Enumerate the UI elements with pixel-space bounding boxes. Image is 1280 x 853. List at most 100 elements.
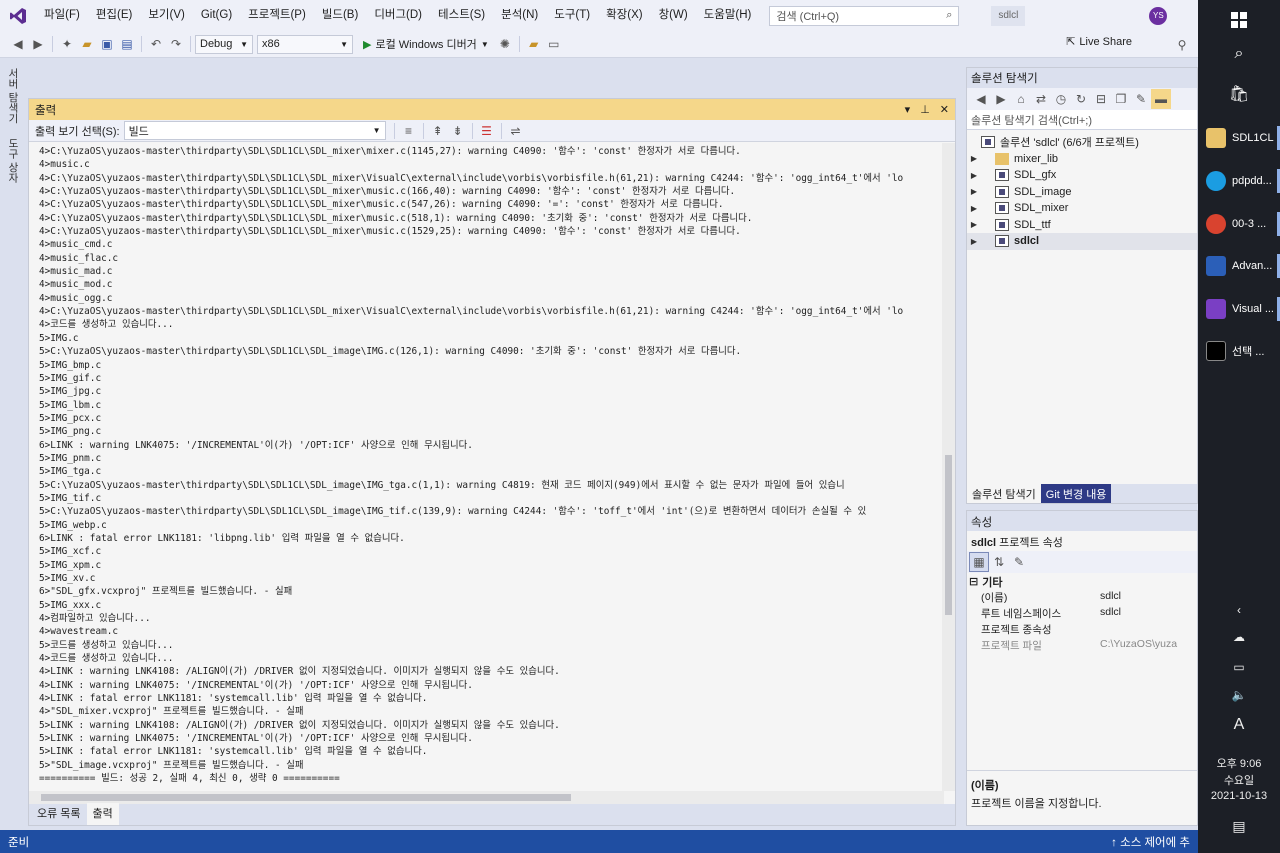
tree-item-sdl-ttf[interactable]: ▶ SDL_ttf (967, 217, 1197, 234)
menu-edit[interactable]: 편집(E) (88, 0, 141, 31)
word-wrap-icon[interactable]: ⇌ (506, 121, 526, 141)
expand-icon[interactable]: ▶ (967, 154, 981, 163)
clock-day[interactable]: 수요일 (1198, 772, 1280, 788)
search-icon[interactable]: ⌕ (1198, 34, 1280, 74)
avatar[interactable]: YS (1149, 6, 1168, 25)
back-icon[interactable]: ◀ (971, 89, 991, 109)
volume-icon[interactable]: 🔈 (1198, 688, 1280, 702)
menu-extensions[interactable]: 확장(X) (598, 0, 651, 31)
previous-message-icon[interactable]: ⇞ (428, 121, 448, 141)
menu-git[interactable]: Git(G) (193, 0, 240, 31)
collapse-icon[interactable]: ⊟ (969, 575, 978, 588)
alphabetical-icon[interactable]: ⇅ (989, 552, 1009, 572)
scrollbar-thumb[interactable] (41, 794, 571, 801)
menu-test[interactable]: 테스트(S) (430, 0, 493, 31)
screenshot-icon[interactable]: ▭ (544, 34, 564, 54)
live-share-button[interactable]: ⇱ Live Share (1066, 35, 1132, 49)
clear-all-icon[interactable]: ☰ (477, 121, 497, 141)
close-icon[interactable]: ✕ (940, 103, 949, 116)
next-message-icon[interactable]: ⇟ (448, 121, 468, 141)
property-pages-icon[interactable]: ✎ (1009, 552, 1029, 572)
save-all-icon[interactable]: ▤ (117, 34, 137, 54)
menu-analyze[interactable]: 분석(N) (493, 0, 546, 31)
redo-icon[interactable]: ↷ (166, 34, 186, 54)
expand-icon[interactable]: ▶ (967, 187, 981, 196)
feedback-icon[interactable]: ⚲ (1172, 35, 1192, 55)
menu-tools[interactable]: 도구(T) (546, 0, 598, 31)
show-all-files-icon[interactable]: ❐ (1111, 89, 1131, 109)
output-text[interactable]: 4>C:\YuzaOS\yuzaos-master\thirdparty\SDL… (29, 143, 944, 791)
tree-item-mixer-lib[interactable]: ▶ mixer_lib (967, 151, 1197, 168)
refresh-icon[interactable]: ↻ (1071, 89, 1091, 109)
forward-icon[interactable]: ▶ (991, 89, 1011, 109)
tree-item-sdl-mixer[interactable]: ▶ SDL_mixer (967, 200, 1197, 217)
save-icon[interactable]: ▣ (97, 34, 117, 54)
toolbox-tab[interactable]: 도구 상자 (6, 138, 21, 183)
notifications-icon[interactable]: ▤ (1198, 818, 1280, 835)
pin-icon[interactable]: ⊥ (920, 103, 930, 116)
store-icon[interactable]: 🛍 (1198, 74, 1280, 114)
ime-indicator[interactable]: A (1198, 716, 1280, 734)
menu-help[interactable]: 도움말(H) (696, 0, 760, 31)
taskbar-app-sdl1cl[interactable]: SDL1CL (1198, 118, 1280, 158)
clock-date[interactable]: 2021-10-13 (1198, 790, 1280, 802)
solution-search-input[interactable]: 솔루션 탐색기 검색(Ctrl+;) (967, 110, 1197, 130)
new-project-icon[interactable]: ✦ (57, 34, 77, 54)
property-row[interactable]: 프로젝트 종속성 (967, 622, 1197, 638)
show-output-from-select[interactable]: 빌드 ▼ (123, 121, 386, 140)
taskbar-app-edge[interactable]: pdpdd... (1198, 161, 1280, 201)
tree-item-sdl-gfx[interactable]: ▶ SDL_gfx (967, 167, 1197, 184)
tab-output[interactable]: 출력 (86, 803, 119, 825)
onedrive-icon[interactable]: ☁ (1198, 630, 1280, 644)
add-to-source-control-button[interactable]: ↑ 소스 제어에 추 (1111, 834, 1190, 850)
menu-project[interactable]: 프로젝트(P) (240, 0, 314, 31)
expand-icon[interactable]: ▶ (967, 220, 981, 229)
properties-wrench-icon[interactable]: ✎ (1131, 89, 1151, 109)
taskbar-app-chrome[interactable]: 00-3 ... (1198, 204, 1280, 244)
battery-icon[interactable]: ▭ (1198, 660, 1280, 674)
tree-item-sdlcl[interactable]: ▶ sdlcl (967, 233, 1197, 250)
properties-object[interactable]: sdlcl 프로젝트 속성 (967, 531, 1197, 551)
property-category[interactable]: ⊟ 기타 (967, 573, 1197, 590)
menu-view[interactable]: 보기(V) (140, 0, 193, 31)
start-debugging-button[interactable]: ▶ 로컬 Windows 디버거 ▼ (357, 36, 495, 52)
vertical-scrollbar[interactable] (942, 143, 955, 791)
categorized-icon[interactable]: ▦ (969, 552, 989, 572)
search-box[interactable]: 검색 (Ctrl+Q) ⌕ (769, 5, 960, 26)
collapse-all-icon[interactable]: ⊟ (1091, 89, 1111, 109)
undo-icon[interactable]: ↶ (146, 34, 166, 54)
chevron-down-icon[interactable]: ▾ (905, 103, 911, 116)
property-row[interactable]: (이름) sdlcl (967, 590, 1197, 606)
expand-icon[interactable]: ▶ (967, 171, 981, 180)
open-folder-icon[interactable]: ▰ (77, 34, 97, 54)
show-hidden-icons-icon[interactable]: ‹ (1198, 603, 1280, 617)
home-icon[interactable]: ⌂ (1011, 89, 1031, 109)
tab-error-list[interactable]: 오류 목록 (31, 803, 87, 825)
folder-icon[interactable]: ▰ (524, 34, 544, 54)
tree-item-sdl-image[interactable]: ▶ SDL_image (967, 184, 1197, 201)
solution-root[interactable]: 솔루션 'sdlcl' (6/6개 프로젝트) (967, 134, 1197, 151)
hot-reload-icon[interactable]: ✺ (495, 34, 515, 54)
property-row[interactable]: 루트 네임스페이스 sdlcl (967, 606, 1197, 622)
find-message-icon[interactable]: ≡ (399, 121, 419, 141)
taskbar-app-visual-studio[interactable]: Visual ... (1198, 289, 1280, 329)
history-icon[interactable]: ◷ (1051, 89, 1071, 109)
clock-time[interactable]: 오후 9:06 (1198, 755, 1280, 771)
configuration-select[interactable]: Debug ▼ (195, 34, 253, 54)
taskbar-app-terminal[interactable]: 선택 ... (1198, 331, 1280, 371)
expand-icon[interactable]: ▶ (967, 237, 981, 246)
horizontal-scrollbar[interactable] (29, 791, 944, 804)
menu-debug[interactable]: 디버그(D) (366, 0, 430, 31)
tab-solution-explorer[interactable]: 솔루션 탐색기 (967, 484, 1041, 503)
forward-icon[interactable]: ▶ (28, 34, 48, 54)
menu-build[interactable]: 빌드(B) (314, 0, 367, 31)
platform-select[interactable]: x86 ▼ (257, 34, 353, 54)
expand-icon[interactable]: ▶ (967, 204, 981, 213)
menu-window[interactable]: 창(W) (651, 0, 696, 31)
menu-file[interactable]: 파일(F) (36, 0, 88, 31)
back-icon[interactable]: ◀ (8, 34, 28, 54)
server-explorer-tab[interactable]: 서버 탐색기 (6, 68, 21, 123)
taskbar-app-word[interactable]: Advan... (1198, 246, 1280, 286)
tab-git-changes[interactable]: Git 변경 내용 (1040, 484, 1112, 503)
switch-views-icon[interactable]: ⇄ (1031, 89, 1051, 109)
